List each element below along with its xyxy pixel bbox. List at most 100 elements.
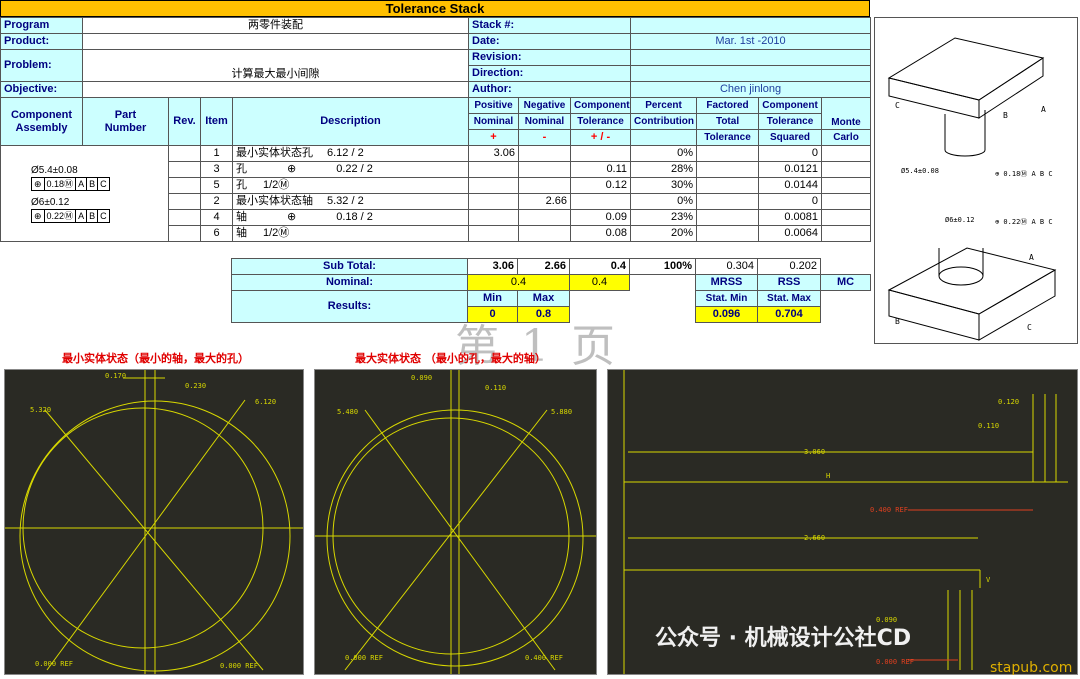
iso-bottom-label-a: A: [1029, 253, 1034, 262]
panel1-svg: 0.170 0.230 5.320 6.120 0.000 REF 0.000 …: [5, 370, 303, 674]
iso-top-label-b: B: [1003, 111, 1008, 120]
problem-label: Problem:: [0, 49, 83, 82]
col-factored-total: Total: [696, 113, 760, 130]
p2-l2: 5.880: [551, 408, 572, 416]
subtotal-factored: 0.304: [695, 258, 758, 275]
p3-v: V: [986, 576, 991, 584]
panel2-heading: 最大实体状态 （最小的孔，最大的轴）: [355, 352, 546, 365]
col-monte-carlo: Carlo: [821, 129, 872, 146]
program-value[interactable]: 两零件装配: [82, 17, 469, 34]
iso-bottom-dim: Ø6±0.12: [945, 216, 975, 224]
col-item: Item: [200, 97, 233, 146]
date-value[interactable]: Mar. 1st -2010: [630, 33, 872, 50]
footer-brand: 公众号 · 机械设计公社CD: [655, 626, 912, 651]
iso-top-dim: Ø5.4±0.08: [901, 167, 939, 175]
problem-value[interactable]: 计算最大最小间隙: [82, 49, 469, 82]
author-label: Author:: [467, 81, 632, 98]
p1-d2: 0.230: [185, 382, 206, 390]
subtotal-neg: 2.66: [517, 258, 570, 275]
p3-d-top2: 0.110: [978, 422, 999, 430]
subtotal-sq: 0.202: [757, 258, 821, 275]
col-comp-tol-tolerance: Tolerance: [758, 113, 823, 130]
revision-value[interactable]: [630, 49, 872, 66]
stat-max-value: 0.704: [757, 306, 821, 323]
component-sign: + / -: [569, 129, 632, 146]
rss-label: RSS: [757, 274, 821, 291]
stat-min-label: Stat. Min: [695, 290, 758, 307]
p2-l1: 5.480: [337, 408, 358, 416]
col-monte: Monte: [821, 97, 872, 130]
direction-value[interactable]: [630, 65, 872, 82]
gdt-frame2: ⊕ 0.22Ⓜ A B C: [31, 208, 110, 223]
stack-value[interactable]: [630, 17, 872, 34]
p3-ref1: 0.400 REF: [870, 506, 908, 514]
p1-l2: 6.120: [255, 398, 276, 406]
panel-least-material: 0.170 0.230 5.320 6.120 0.000 REF 0.000 …: [4, 369, 304, 675]
iso-drawings: C B A Ø5.4±0.08 ⊕ 0.18Ⓜ A B C Ø6±0.12 ⊕ …: [874, 17, 1078, 344]
p2-ref1: 0.000 REF: [345, 654, 383, 662]
min-label: Min: [467, 290, 518, 307]
col-part-number: Part Number: [82, 97, 169, 146]
col-factored: Factored: [696, 97, 760, 114]
col-positive-nominal: Nominal: [468, 113, 519, 130]
direction-label: Direction:: [467, 65, 632, 82]
sheet-title: Tolerance Stack: [0, 0, 870, 17]
p3-ref2: 0.000 REF: [876, 658, 914, 666]
col-rev: Rev.: [168, 97, 201, 146]
stack-label: Stack #:: [467, 17, 632, 34]
objective-label: Objective:: [0, 81, 83, 98]
iso-top-frame: ⊕ 0.18Ⓜ A B C: [995, 170, 1053, 178]
footer-site: stapub.com: [990, 660, 1073, 676]
col-negative-nominal: Nominal: [518, 113, 571, 130]
gdt-callouts: Ø5.4±0.08 ⊕ 0.18Ⓜ A B C Ø6±0.12 ⊕ 0.22Ⓜ …: [0, 145, 169, 242]
author-value[interactable]: Chen jinlong: [630, 81, 872, 98]
nominal-label: Nominal:: [231, 274, 468, 291]
iso-top-label-a: A: [1041, 105, 1046, 114]
max-label: Max: [517, 290, 570, 307]
col-component-tolerance: Tolerance: [569, 113, 632, 130]
iso-bottom-label-b: B: [895, 317, 900, 326]
positive-sign: +: [468, 129, 519, 146]
col-comp-tol: Component: [758, 97, 823, 114]
objective-value[interactable]: [82, 81, 469, 98]
mrss-label: MRSS: [695, 274, 758, 291]
p3-d-top1: 0.120: [998, 398, 1019, 406]
product-label: Product:: [0, 33, 83, 50]
p1-d1: 0.170: [105, 372, 126, 380]
p3-h: H: [826, 472, 830, 480]
col-factored-tolerance: Tolerance: [696, 129, 760, 146]
negative-sign: -: [518, 129, 571, 146]
panel2-svg: 0.090 0.110 5.480 5.880 0.000 REF 0.400 …: [315, 370, 596, 674]
p1-l1: 5.320: [30, 406, 51, 414]
p3-len1: 3.060: [804, 448, 825, 456]
col-percent: Percent: [630, 97, 698, 114]
iso-bottom-frame: ⊕ 0.22Ⓜ A B C: [995, 218, 1053, 226]
iso-bottom-label-c: C: [1027, 323, 1032, 332]
stat-max-label: Stat. Max: [757, 290, 821, 307]
panel-max-material: 0.090 0.110 5.480 5.880 0.000 REF 0.400 …: [314, 369, 597, 675]
subtotal-label: Sub Total:: [231, 258, 468, 275]
p1-ref2: 0.000 REF: [220, 662, 258, 670]
gdt-dim2: Ø6±0.12: [31, 196, 70, 208]
nominal-tol: 0.4: [569, 274, 630, 291]
tolerance-table: Program 两零件装配 Stack #: Product: Date: Ma…: [0, 17, 872, 242]
revision-label: Revision:: [467, 49, 632, 66]
subtotal-pct: 100%: [629, 258, 696, 275]
panel1-heading: 最小实体状态（最小的轴，最大的孔）: [62, 352, 249, 365]
stat-min-value: 0.096: [695, 306, 758, 323]
table-row[interactable]: Ø5.4±0.08 ⊕ 0.18Ⓜ A B C Ø6±0.12 ⊕ 0.22Ⓜ …: [0, 145, 872, 242]
col-description: Description: [232, 97, 469, 146]
results-label: Results:: [231, 290, 468, 323]
gdt-dim1: Ø5.4±0.08: [31, 164, 78, 176]
iso-svg: C B A Ø5.4±0.08 ⊕ 0.18Ⓜ A B C Ø6±0.12 ⊕ …: [887, 37, 1057, 341]
col-component: Component: [569, 97, 632, 114]
p2-d1: 0.090: [411, 374, 432, 382]
p3-len2: 2.660: [804, 534, 825, 542]
p2-ref2: 0.400 REF: [525, 654, 563, 662]
col-comp-tol-squared: Squared: [758, 129, 823, 146]
nominal-value: 0.4: [467, 274, 570, 291]
iso-top-label-c: C: [895, 101, 900, 110]
gdt-frame1: ⊕ 0.18Ⓜ A B C: [31, 176, 110, 191]
product-value[interactable]: [82, 33, 469, 50]
col-component-assembly: Component Assembly: [0, 97, 83, 146]
